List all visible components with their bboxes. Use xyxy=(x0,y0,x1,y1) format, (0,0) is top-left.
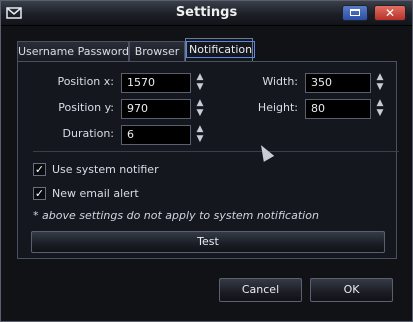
duration-input[interactable]: 6 xyxy=(121,125,191,145)
tab-notification[interactable]: Notification xyxy=(185,38,256,62)
cancel-button[interactable]: Cancel xyxy=(219,278,302,302)
checkmark-icon: ✓ xyxy=(34,187,45,200)
title-bar[interactable]: Settings ✕ xyxy=(1,1,412,26)
duration-up-arrow-icon[interactable]: ▲ xyxy=(194,124,206,134)
maximize-button[interactable] xyxy=(342,5,368,21)
duration-label: Duration: xyxy=(62,127,114,140)
width-input[interactable]: 350 xyxy=(305,73,371,93)
use-system-notifier-label[interactable]: Use system notifier xyxy=(52,163,159,176)
section-divider xyxy=(33,151,399,152)
height-up-arrow-icon[interactable]: ▲ xyxy=(374,98,386,108)
width-up-arrow-icon[interactable]: ▲ xyxy=(374,72,386,82)
ok-button[interactable]: OK xyxy=(310,278,393,302)
position-y-up-arrow-icon[interactable]: ▲ xyxy=(194,98,206,108)
position-x-label: Position x: xyxy=(57,75,114,88)
position-x-up-arrow-icon[interactable]: ▲ xyxy=(194,72,206,82)
checkmark-icon: ✓ xyxy=(34,163,45,176)
use-system-notifier-checkbox[interactable]: ✓ xyxy=(33,163,46,176)
test-button[interactable]: Test xyxy=(31,231,385,253)
new-email-alert-checkbox[interactable]: ✓ xyxy=(33,187,46,200)
position-y-input[interactable]: 970 xyxy=(121,99,191,119)
height-input[interactable]: 80 xyxy=(305,99,371,119)
settings-window: Settings ✕ Username Password Browser Not… xyxy=(0,0,413,322)
position-y-down-arrow-icon[interactable]: ▼ xyxy=(194,108,206,118)
position-x-down-arrow-icon[interactable]: ▼ xyxy=(194,82,206,92)
width-label: Width: xyxy=(262,75,298,88)
settings-note: * above settings do not apply to system … xyxy=(33,209,319,222)
height-label: Height: xyxy=(257,101,298,114)
tab-browser[interactable]: Browser xyxy=(129,41,185,61)
position-y-label: Position y: xyxy=(58,101,114,114)
position-x-input[interactable]: 1570 xyxy=(121,73,191,93)
width-down-arrow-icon[interactable]: ▼ xyxy=(374,82,386,92)
maximize-icon xyxy=(350,9,360,16)
duration-down-arrow-icon[interactable]: ▼ xyxy=(194,134,206,144)
new-email-alert-label[interactable]: New email alert xyxy=(52,187,139,200)
tab-username-password[interactable]: Username Password xyxy=(17,41,129,61)
close-button[interactable]: ✕ xyxy=(374,5,406,21)
close-icon: ✕ xyxy=(384,6,396,20)
height-down-arrow-icon[interactable]: ▼ xyxy=(374,108,386,118)
notification-panel: Position x: 1570 ▲ ▼ Position y: 970 ▲ ▼… xyxy=(17,61,397,259)
